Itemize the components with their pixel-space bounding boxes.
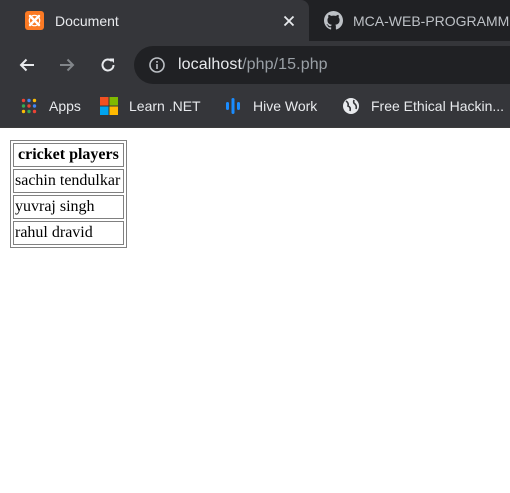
url-host: localhost bbox=[178, 56, 243, 73]
bookmark-label: Hive Work bbox=[253, 97, 318, 114]
forward-arrow-icon[interactable] bbox=[55, 53, 79, 77]
bookmark-apps[interactable]: Apps bbox=[20, 89, 81, 122]
tab-document[interactable]: Document bbox=[0, 0, 309, 41]
bookmark-label: Free Ethical Hackin... bbox=[371, 97, 505, 114]
info-icon[interactable] bbox=[148, 56, 166, 74]
browser-toolbar: localhost/php/15.php bbox=[0, 41, 510, 89]
microsoft-icon bbox=[100, 96, 118, 115]
table-header: cricket players bbox=[13, 143, 124, 167]
address-bar[interactable]: localhost/php/15.php bbox=[134, 46, 510, 84]
close-icon[interactable] bbox=[280, 12, 297, 29]
page-content: cricket players sachin tendulkar yuvraj … bbox=[0, 128, 510, 493]
bookmark-label: Apps bbox=[49, 97, 81, 114]
url-path: /php/15.php bbox=[242, 56, 328, 73]
github-icon bbox=[324, 11, 343, 30]
tab-strip: Document MCA-WEB-PROGRAMMING bbox=[0, 0, 510, 41]
table-header-row: cricket players bbox=[13, 143, 124, 167]
back-arrow-icon[interactable] bbox=[15, 53, 39, 77]
xampp-icon bbox=[25, 11, 44, 30]
bookmarks-bar: Apps Learn .NET Hive Work Free Ethical H… bbox=[0, 89, 510, 128]
tab-mca-web-programming[interactable]: MCA-WEB-PROGRAMMING bbox=[309, 0, 510, 41]
apps-grid-icon bbox=[20, 97, 38, 115]
reload-icon[interactable] bbox=[96, 53, 120, 77]
hive-icon bbox=[224, 97, 242, 115]
table-cell: rahul dravid bbox=[13, 221, 124, 245]
cricket-players-table: cricket players sachin tendulkar yuvraj … bbox=[10, 140, 127, 248]
bookmark-hive-work[interactable]: Hive Work bbox=[224, 89, 317, 122]
globe-icon bbox=[342, 97, 360, 115]
table-cell: yuvraj singh bbox=[13, 195, 124, 219]
table-row: sachin tendulkar bbox=[13, 169, 124, 193]
bookmark-learn-net[interactable]: Learn .NET bbox=[100, 89, 201, 122]
bookmark-label: Learn .NET bbox=[129, 97, 201, 114]
table-row: yuvraj singh bbox=[13, 195, 124, 219]
bookmark-free-ethical-hacking[interactable]: Free Ethical Hackin... bbox=[342, 89, 504, 122]
tab-title: Document bbox=[55, 12, 119, 29]
table-row: rahul dravid bbox=[13, 221, 124, 245]
table-cell: sachin tendulkar bbox=[13, 169, 124, 193]
tab-title: MCA-WEB-PROGRAMMING bbox=[353, 12, 510, 29]
url-text[interactable]: localhost/php/15.php bbox=[178, 56, 328, 74]
